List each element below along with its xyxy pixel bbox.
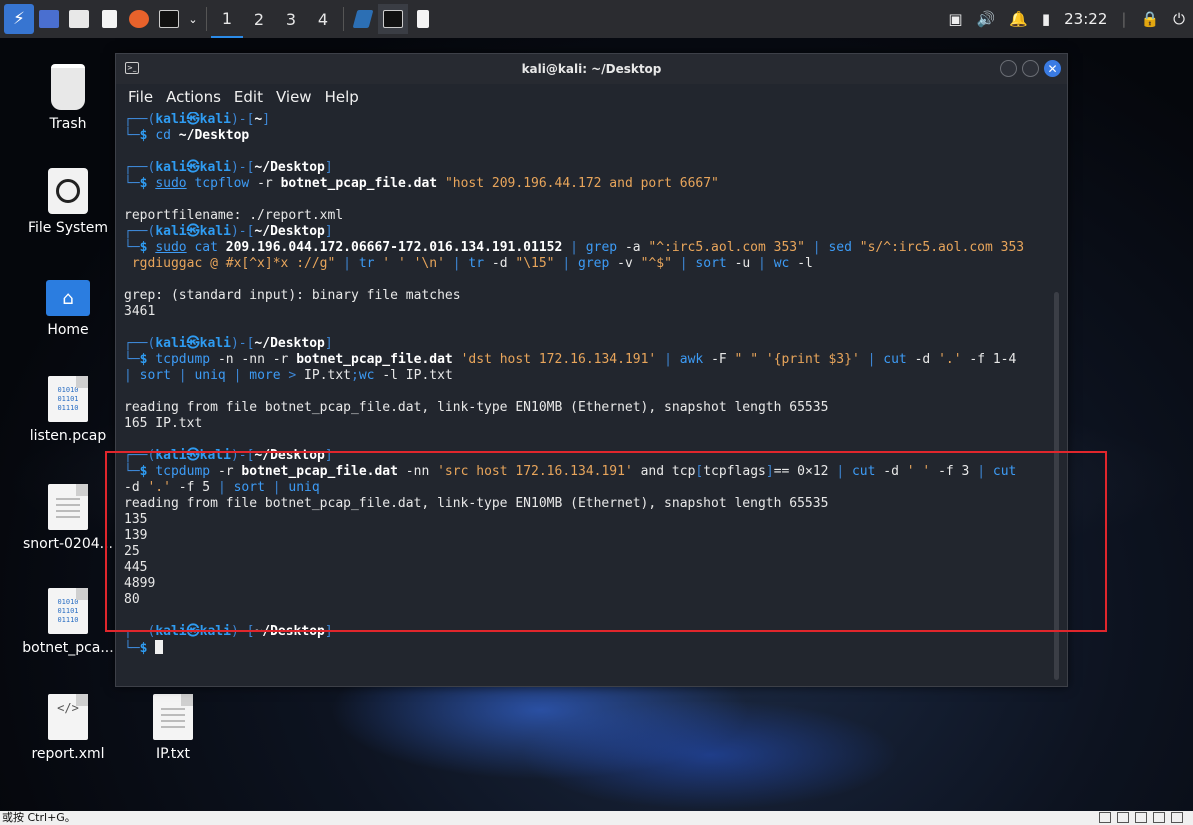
firefox-icon[interactable]: [124, 4, 154, 34]
command-line: └─$: [124, 640, 1053, 656]
battery-icon[interactable]: ▮: [1042, 10, 1050, 28]
desktop-icon-file-system[interactable]: File System: [20, 168, 116, 236]
chevron-down-icon[interactable]: ⌄: [184, 4, 202, 34]
blank: [124, 144, 1053, 160]
text-editor-icon[interactable]: [94, 4, 124, 34]
wallpaper-wave: [520, 700, 900, 810]
desktop-icon-botnet-pcap[interactable]: 01010 01101 01110 botnet_pca...: [20, 588, 116, 656]
xml-file-icon: </>: [48, 694, 88, 740]
lock-icon[interactable]: 🔒: [1140, 10, 1159, 28]
desktop-icon-home[interactable]: ⌂ Home: [20, 270, 116, 338]
output-line: reading from file botnet_pcap_file.dat, …: [124, 400, 829, 415]
desktop-icon-label: botnet_pca...: [22, 640, 114, 656]
command-line: └─$ cd ~/Desktop: [124, 128, 250, 143]
document-window-icon[interactable]: [408, 4, 438, 34]
blank: [124, 192, 1053, 208]
text-file-icon: [153, 694, 193, 740]
power-icon[interactable]: ⏻: [1173, 10, 1185, 28]
host-status-bar: 或按 Ctrl+G。: [0, 811, 1193, 825]
terminal-titlebar[interactable]: >_ kali@kali: ~/Desktop ✕: [116, 54, 1067, 84]
text-cursor: [155, 640, 164, 654]
binary-file-icon: 01010 01101 01110: [48, 376, 88, 422]
clock[interactable]: 23:22: [1064, 10, 1107, 28]
show-desktop-icon[interactable]: [34, 4, 64, 34]
blank: [124, 272, 1053, 288]
command-line: └─$ sudo tcpflow -r botnet_pcap_file.dat…: [124, 176, 719, 191]
close-button[interactable]: ✕: [1044, 60, 1061, 77]
blank: [124, 384, 1053, 400]
menu-help[interactable]: Help: [325, 88, 359, 106]
status-hint: 或按 Ctrl+G。: [2, 811, 76, 824]
menu-file[interactable]: File: [128, 88, 153, 106]
command-line: └─$ sudo cat 209.196.044.172.06667-172.0…: [124, 240, 1025, 255]
desktop-icon-label: IP.txt: [155, 746, 191, 762]
divider: |: [1121, 10, 1127, 28]
desktop-icon-report-xml[interactable]: </> report.xml: [20, 694, 116, 762]
display-icon: [1171, 812, 1183, 823]
wireshark-window-icon[interactable]: [348, 4, 378, 34]
desktop-icon-label: snort-0204...: [22, 536, 113, 552]
trash-icon: [51, 64, 85, 110]
blank: [124, 320, 1053, 336]
output-line: reportfilename: ./report.xml: [124, 208, 344, 223]
desktop-icon-label: listen.pcap: [29, 428, 107, 444]
shared-folder-icon: [1153, 812, 1165, 823]
binary-file-icon: 01010 01101 01110: [48, 588, 88, 634]
text-file-icon: [48, 484, 88, 530]
command-line: | sort | uniq | more > IP.txt;wc -l IP.t…: [124, 368, 453, 383]
command-line: └─$ tcpdump -n -nn -r botnet_pcap_file.d…: [124, 352, 1017, 367]
top-panel: ⚡ ⌄ 1 2 3 4 ▣ 🔊 🔔 ▮ 23:22 | 🔒 ⏻: [0, 0, 1193, 38]
divider: [206, 7, 207, 31]
menu-view[interactable]: View: [276, 88, 312, 106]
kali-menu-icon[interactable]: ⚡: [4, 4, 34, 34]
annotation-highlight-box: [105, 451, 1107, 632]
desktop-icon-label: Home: [47, 322, 89, 338]
prompt-line: ┌──(kali㉿kali)-[~/Desktop]: [124, 336, 333, 351]
file-manager-icon[interactable]: [64, 4, 94, 34]
divider: [343, 7, 344, 31]
maximize-button[interactable]: [1022, 60, 1039, 77]
terminal-icon: >_: [125, 62, 139, 74]
terminal-menubar: File Actions Edit View Help: [116, 84, 1067, 110]
prompt-line: ┌──(kali㉿kali)-[~/Desktop]: [124, 160, 333, 175]
hdd-icon: [1099, 812, 1111, 823]
network-icon[interactable]: ▣: [948, 10, 962, 28]
home-folder-icon: ⌂: [46, 280, 90, 316]
window-title: kali@kali: ~/Desktop: [521, 62, 662, 76]
network-adapter-icon: [1117, 812, 1129, 823]
desktop-icon-snort[interactable]: snort-0204...: [20, 484, 116, 552]
notification-bell-icon[interactable]: 🔔: [1009, 10, 1028, 28]
blank: [124, 432, 1053, 448]
desktop-icon-trash[interactable]: Trash: [20, 64, 116, 132]
desktop-icon-label: File System: [27, 220, 109, 236]
workspace-2[interactable]: 2: [243, 0, 275, 38]
workspace-1[interactable]: 1: [211, 0, 243, 38]
desktop-icon-label: Trash: [49, 116, 87, 132]
output-line: 165 IP.txt: [124, 416, 203, 431]
output-line: 3461: [124, 304, 156, 319]
usb-icon: [1135, 812, 1147, 823]
terminal-launcher-icon[interactable]: [154, 4, 184, 34]
minimize-button[interactable]: [1000, 60, 1017, 77]
desktop-icon-listen-pcap[interactable]: 01010 01101 01110 listen.pcap: [20, 376, 116, 444]
menu-edit[interactable]: Edit: [234, 88, 263, 106]
volume-icon[interactable]: 🔊: [977, 10, 996, 28]
command-line: rgdiuggac @ #x[^x]*x ://g" | tr ' ' '\n'…: [131, 256, 813, 271]
drive-icon: [48, 168, 88, 214]
prompt-line: ┌──(kali㉿kali)-[~]: [124, 112, 271, 127]
desktop-icon-label: report.xml: [31, 746, 105, 762]
terminal-window-icon[interactable]: [378, 4, 408, 34]
menu-actions[interactable]: Actions: [166, 88, 221, 106]
prompt-line: ┌──(kali㉿kali)-[~/Desktop]: [124, 224, 333, 239]
workspace-4[interactable]: 4: [307, 0, 339, 38]
desktop-icon-ip-txt[interactable]: IP.txt: [125, 694, 221, 762]
workspace-3[interactable]: 3: [275, 0, 307, 38]
output-line: grep: (standard input): binary file matc…: [124, 288, 461, 303]
